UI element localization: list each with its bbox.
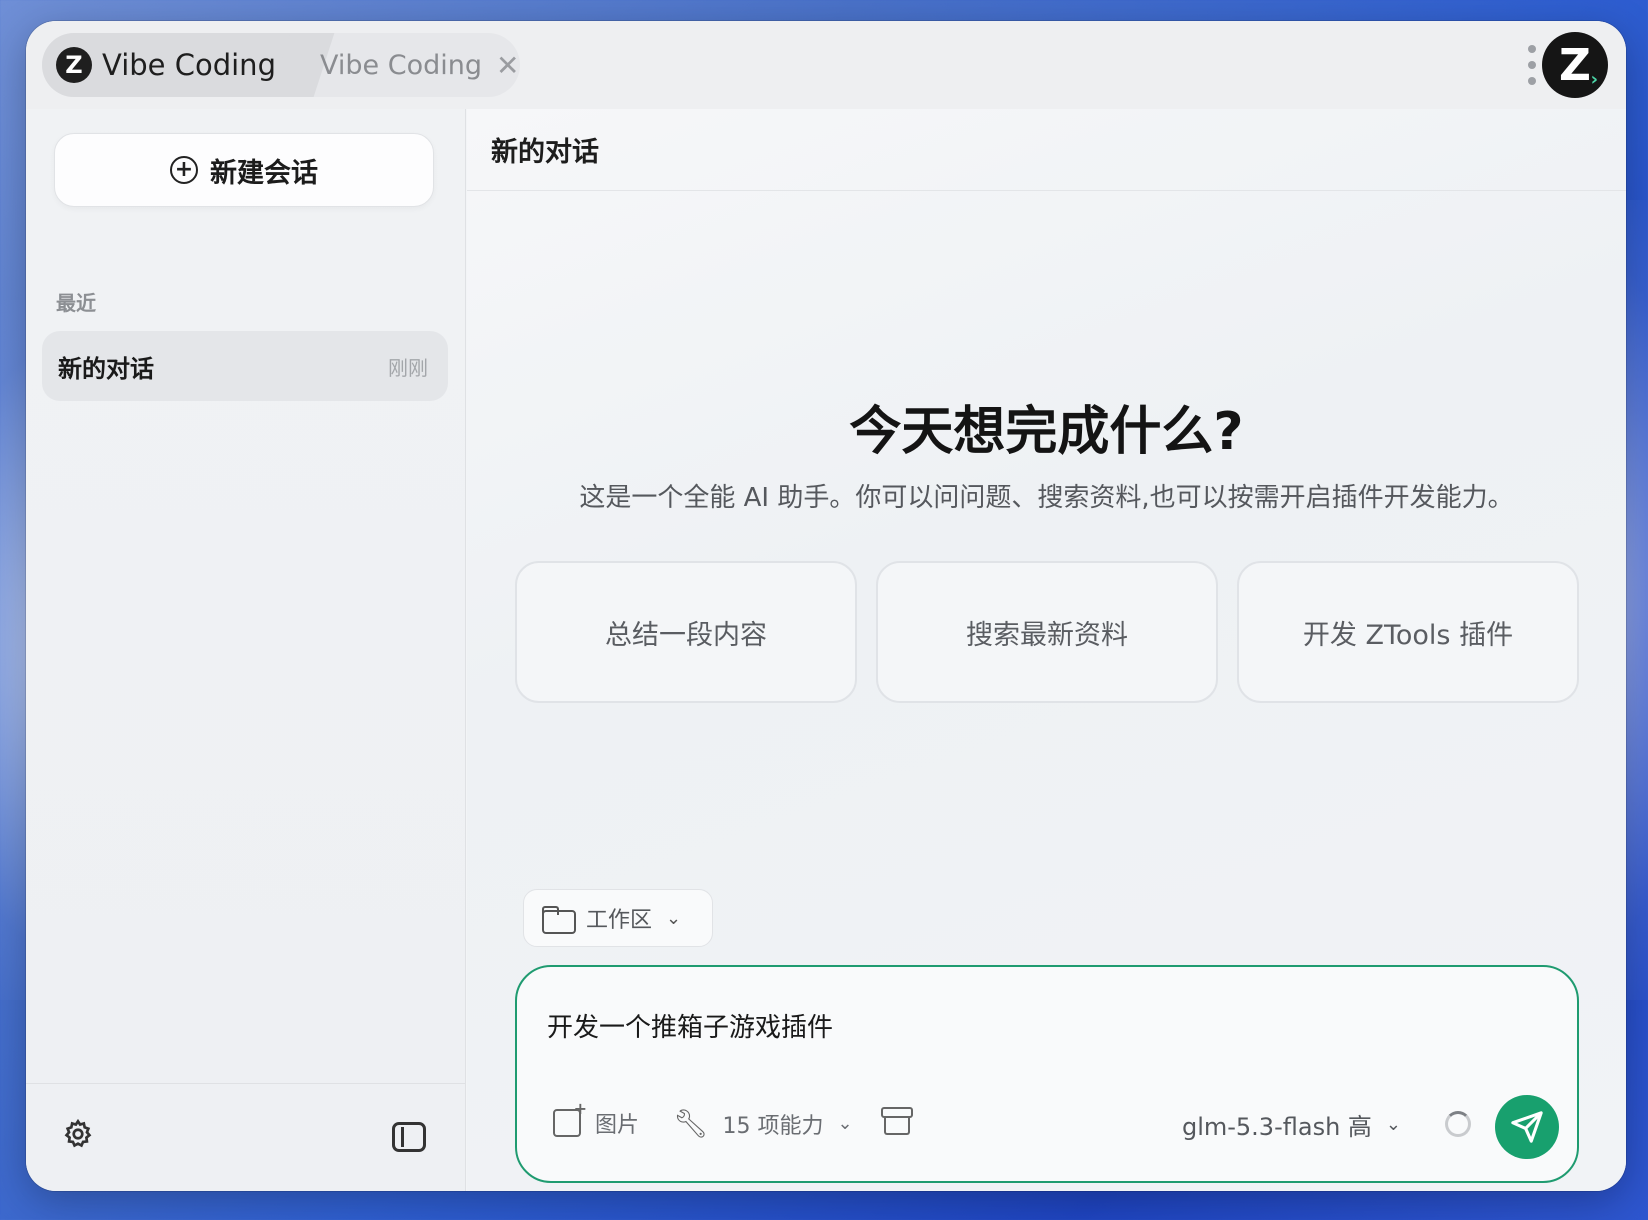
workspace-label: 工作区 bbox=[586, 908, 653, 933]
logo-icon: Z bbox=[56, 47, 92, 83]
suggestion-list: 总结一段内容 搜索最新资料 开发 ZTools 插件 bbox=[515, 561, 1579, 703]
suggestion-search[interactable]: 搜索最新资料 bbox=[876, 561, 1218, 703]
folder-icon bbox=[542, 906, 576, 934]
more-icon[interactable] bbox=[1526, 45, 1538, 85]
image-label: 图片 bbox=[595, 1113, 640, 1138]
suggestion-label: 搜索最新资料 bbox=[966, 619, 1128, 651]
hero-title: 今天想完成什么? bbox=[849, 402, 1244, 462]
image-button[interactable]: 图片 bbox=[553, 1099, 640, 1139]
chevron-down-icon: ⌄ bbox=[837, 1113, 853, 1134]
archive-button[interactable] bbox=[881, 1107, 913, 1135]
title-bar: Z Vibe Coding Vibe Coding ✕ Z › bbox=[26, 21, 1626, 109]
suggestion-label: 开发 ZTools 插件 bbox=[1302, 619, 1514, 651]
sidebar: + 新建会话 最近 新的对话 刚刚 bbox=[26, 109, 466, 1191]
chevron-down-icon: ⌄ bbox=[1385, 1114, 1401, 1135]
page-title: 新的对话 bbox=[491, 137, 599, 168]
workspace-selector[interactable]: 工作区 ⌄ bbox=[523, 889, 713, 947]
archive-icon bbox=[881, 1107, 913, 1135]
suggestion-label: 总结一段内容 bbox=[605, 619, 767, 651]
composer: 图片 🔧︎ 15 项能力 ⌄ glm-5.3-flash 高 ⌄ bbox=[515, 965, 1579, 1183]
tab-vibe-coding-active[interactable]: Z Vibe Coding bbox=[42, 33, 302, 97]
conversation-item[interactable]: 新的对话 刚刚 bbox=[42, 331, 448, 401]
conversation-title: 新的对话 bbox=[58, 354, 154, 383]
model-label: glm-5.3-flash 高 bbox=[1181, 1113, 1372, 1141]
avatar-letter: Z bbox=[1559, 39, 1591, 91]
avatar-icon[interactable]: Z › bbox=[1542, 32, 1608, 98]
new-chat-label: 新建会话 bbox=[210, 157, 318, 189]
hero-subtitle: 这是一个全能 AI 助手。你可以问问题、搜索资料,也可以按需开启插件开发能力。 bbox=[579, 483, 1514, 513]
tab-title: Vibe Coding bbox=[102, 48, 276, 82]
spinner-icon bbox=[1445, 1111, 1471, 1137]
suggestion-summarize[interactable]: 总结一段内容 bbox=[515, 561, 857, 703]
model-selector[interactable]: glm-5.3-flash 高 ⌄ bbox=[1182, 1107, 1401, 1142]
app-window: Z Vibe Coding Vibe Coding ✕ Z › + 新建会话 最… bbox=[26, 21, 1626, 1191]
tab-title: Vibe Coding bbox=[320, 49, 482, 81]
tab-group: Z Vibe Coding Vibe Coding ✕ bbox=[42, 33, 520, 97]
main-panel: 新的对话 今天想完成什么? 这是一个全能 AI 助手。你可以问问题、搜索资料,也… bbox=[467, 109, 1626, 1191]
gear-icon[interactable] bbox=[62, 1118, 94, 1150]
suggestion-develop-plugin[interactable]: 开发 ZTools 插件 bbox=[1237, 561, 1579, 703]
recent-section-label: 最近 bbox=[56, 291, 96, 315]
abilities-label: 15 项能力 bbox=[722, 1113, 824, 1139]
wrench-icon: 🔧︎ bbox=[673, 1107, 709, 1140]
send-icon bbox=[1511, 1111, 1543, 1143]
close-icon[interactable]: ✕ bbox=[496, 49, 519, 82]
abilities-button[interactable]: 🔧︎ 15 项能力 ⌄ bbox=[673, 1107, 853, 1140]
message-input[interactable] bbox=[547, 995, 1527, 1055]
plus-circle-icon: + bbox=[170, 156, 198, 184]
conversation-time: 刚刚 bbox=[388, 355, 428, 380]
sidebar-footer bbox=[26, 1083, 466, 1191]
main-header: 新的对话 bbox=[467, 109, 1626, 191]
sidebar-toggle-icon[interactable] bbox=[392, 1122, 426, 1152]
tab-vibe-coding[interactable]: Vibe Coding ✕ bbox=[320, 33, 520, 97]
chevron-right-icon: › bbox=[1590, 69, 1598, 90]
image-add-icon bbox=[553, 1099, 587, 1137]
send-button[interactable] bbox=[1495, 1095, 1559, 1159]
chevron-down-icon: ⌄ bbox=[666, 907, 682, 929]
new-chat-button[interactable]: + 新建会话 bbox=[54, 133, 434, 207]
